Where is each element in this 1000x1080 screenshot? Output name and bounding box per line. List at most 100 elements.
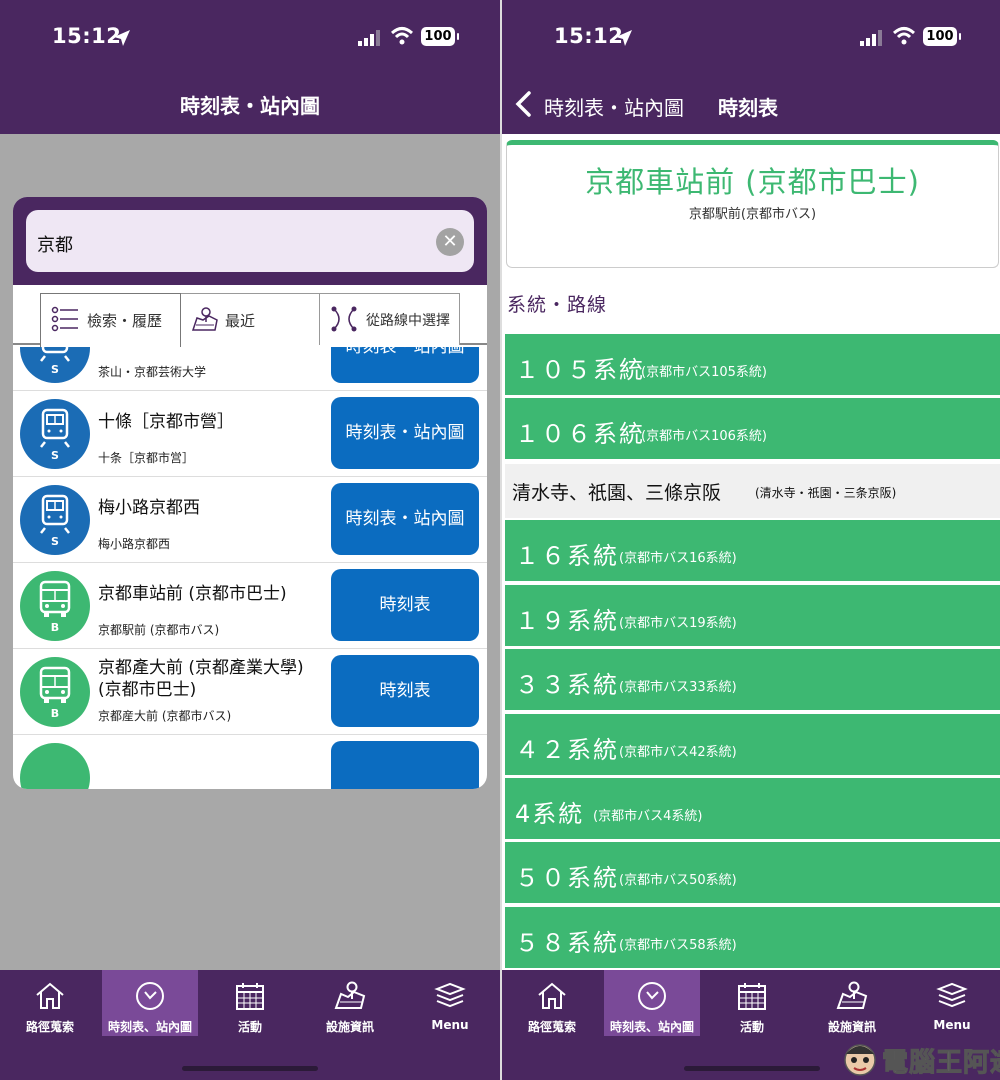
battery-indicator: 100 xyxy=(421,27,459,46)
layers-icon xyxy=(434,982,466,1008)
route-sub: (京都市バス50系統) xyxy=(619,873,737,888)
mascot-face-icon xyxy=(844,1044,876,1076)
route-name: ５０系統 xyxy=(515,864,619,892)
route-group-header[interactable]: 清水寺、祇園、三條京阪 (清水寺・祇園・三条京阪) xyxy=(505,464,1000,518)
search-input[interactable]: 京都 ✕ xyxy=(26,210,474,272)
list-item[interactable]: B 京都產大前 (京都產業大學) (京都市巴士) 京都産大前 (京都市バス) 時… xyxy=(13,649,487,735)
station-sub-name: 京都産大前 (京都市バス) xyxy=(98,709,232,723)
nav-facility-info[interactable]: 設施資訊 xyxy=(804,970,900,1036)
route-item[interactable]: 4系統 (京都市バス4系統) xyxy=(505,778,1000,841)
page-title: 時刻表 xyxy=(718,96,778,120)
badge-code: B xyxy=(50,621,60,634)
status-bar: 15:12 100 xyxy=(0,22,500,52)
list-item[interactable]: B 京都車站前 (京都市巴士) 京都駅前 (京都市バス) 時刻表 xyxy=(13,563,487,649)
route-sub: (京都市バス33系統) xyxy=(619,680,737,695)
nav-menu[interactable]: Menu xyxy=(402,970,498,1036)
route-name: 4系統 xyxy=(515,800,585,828)
section-title: 系統・路線 xyxy=(507,294,608,316)
list-item[interactable]: S 十條［京都市營］ 十条［京都市営］ 時刻表・站內圖 xyxy=(13,391,487,477)
watermark-logo: 電腦王阿達 xyxy=(840,1036,1000,1079)
tab-label: 檢索・履歷 xyxy=(87,312,163,330)
route-network-icon xyxy=(331,306,357,332)
location-arrow-icon xyxy=(114,30,130,46)
nav-events[interactable]: 活動 xyxy=(202,970,298,1036)
nav-label: 設施資訊 xyxy=(325,1020,374,1034)
battery-indicator: 100 xyxy=(923,27,961,46)
route-item[interactable]: ５８系統 (京都市バス58系統) xyxy=(505,907,1000,970)
route-sub: (京都市バス105系統) xyxy=(641,365,767,380)
route-name: ４２系統 xyxy=(515,736,619,764)
timetable-button[interactable]: 時刻表 xyxy=(331,655,479,727)
bus-badge xyxy=(20,743,90,789)
nav-timetable[interactable]: 時刻表、站內圖 xyxy=(604,970,700,1036)
nav-events[interactable]: 活動 xyxy=(704,970,800,1036)
home-icon xyxy=(36,982,64,1009)
status-time: 15:12 xyxy=(554,24,624,48)
bus-icon xyxy=(39,666,71,703)
list-item[interactable] xyxy=(13,735,487,789)
nav-timetable[interactable]: 時刻表、站內圖 xyxy=(102,970,198,1036)
timetable-button[interactable] xyxy=(331,741,479,789)
subway-badge: S xyxy=(20,485,90,555)
timetable-button[interactable]: 時刻表 xyxy=(331,569,479,641)
station-sub-name: 茶山・京都芸術大学 xyxy=(98,365,207,379)
route-item[interactable]: １９系統 (京都市バス19系統) xyxy=(505,585,1000,648)
layers-icon xyxy=(936,982,968,1008)
nav-route-search[interactable]: 路徑蒐索 xyxy=(2,970,98,1036)
status-time: 15:12 xyxy=(52,24,122,48)
route-item[interactable]: １０６系統 (京都市バス106系統) xyxy=(505,398,1000,461)
nav-label: 時刻表、站內圖 xyxy=(609,1020,694,1034)
map-icon xyxy=(836,981,868,1009)
route-name: １０６系統 xyxy=(515,420,645,448)
bus-icon xyxy=(39,580,71,617)
list-item[interactable]: S 茶山・京都芸術大学 時刻表・站內圖 xyxy=(13,347,487,391)
list-item[interactable]: S 梅小路京都西 梅小路京都西 時刻表・站內圖 xyxy=(13,477,487,563)
nav-menu[interactable]: Menu xyxy=(904,970,1000,1036)
badge-code: S xyxy=(51,449,59,462)
nav-label: Menu xyxy=(431,1018,469,1032)
route-item[interactable]: ３３系統 (京都市バス33系統) xyxy=(505,649,1000,712)
top-bar: 15:12 100 時刻表・站內圖 時刻表 xyxy=(502,0,1000,134)
timetable-map-button[interactable]: 時刻表・站內圖 xyxy=(331,397,479,469)
search-tabs: 檢索・履歷 最近 從路線中選擇 xyxy=(13,285,487,347)
nav-label: 活動 xyxy=(739,1020,764,1034)
route-sub: (京都市バス19系統) xyxy=(619,616,737,631)
station-sub-name: 京都駅前 (京都市バス) xyxy=(98,623,220,637)
cellular-signal-icon xyxy=(860,30,882,46)
tab-nearby[interactable]: 最近 xyxy=(181,293,320,345)
subway-badge: S xyxy=(20,347,90,383)
timetable-map-button[interactable]: 時刻表・站內圖 xyxy=(331,483,479,555)
left-screen: 15:12 100 時刻表・站內圖 京都 ✕ 檢索・履歷 最近 從路線中選擇 S… xyxy=(0,0,500,1080)
clear-search-icon[interactable]: ✕ xyxy=(436,228,464,256)
route-item[interactable]: １０５系統 (京都市バス105系統) xyxy=(505,334,1000,397)
nav-label: 路徑蒐索 xyxy=(25,1020,74,1034)
route-item[interactable]: ４２系統 (京都市バス42系統) xyxy=(505,714,1000,777)
route-sub: (京都市バス42系統) xyxy=(619,745,737,760)
right-screen: 15:12 100 時刻表・站內圖 時刻表 京都車站前 (京都市巴士) 京都駅前… xyxy=(500,0,1000,1080)
station-header-card: 京都車站前 (京都市巴士) 京都駅前(京都市バス) xyxy=(506,140,999,268)
map-icon xyxy=(191,307,218,331)
tab-select-from-route[interactable]: 從路線中選擇 xyxy=(319,293,460,345)
bus-badge: B xyxy=(20,571,90,641)
station-sub-name: 梅小路京都西 xyxy=(98,537,171,551)
nav-route-search[interactable]: 路徑蒐索 xyxy=(504,970,600,1036)
timetable-map-button[interactable]: 時刻表・站內圖 xyxy=(331,347,479,383)
nav-label: Menu xyxy=(933,1018,971,1032)
wifi-icon xyxy=(390,27,414,45)
back-label: 時刻表・站內圖 xyxy=(544,96,684,120)
modal-header: 京都 ✕ xyxy=(13,197,487,285)
badge-code: S xyxy=(51,535,59,548)
group-sub: (清水寺・祇園・三条京阪) xyxy=(755,486,897,500)
route-sub: (京都市バス16系統) xyxy=(619,551,737,566)
nav-label: 設施資訊 xyxy=(827,1020,876,1034)
station-sub-name: 京都駅前(京都市バス) xyxy=(688,207,817,222)
tab-search-history[interactable]: 檢索・履歷 xyxy=(40,293,181,347)
calendar-icon xyxy=(236,983,264,1010)
station-name: 十條［京都市營］ xyxy=(98,412,234,432)
route-item[interactable]: ５０系統 (京都市バス50系統) xyxy=(505,842,1000,905)
watermark-text: 電腦王阿達 xyxy=(881,1048,1000,1079)
nav-facility-info[interactable]: 設施資訊 xyxy=(302,970,398,1036)
route-item[interactable]: １６系統 (京都市バス16系統) xyxy=(505,520,1000,583)
nav-label: 路徑蒐索 xyxy=(527,1020,576,1034)
status-bar: 15:12 100 xyxy=(502,22,1000,52)
